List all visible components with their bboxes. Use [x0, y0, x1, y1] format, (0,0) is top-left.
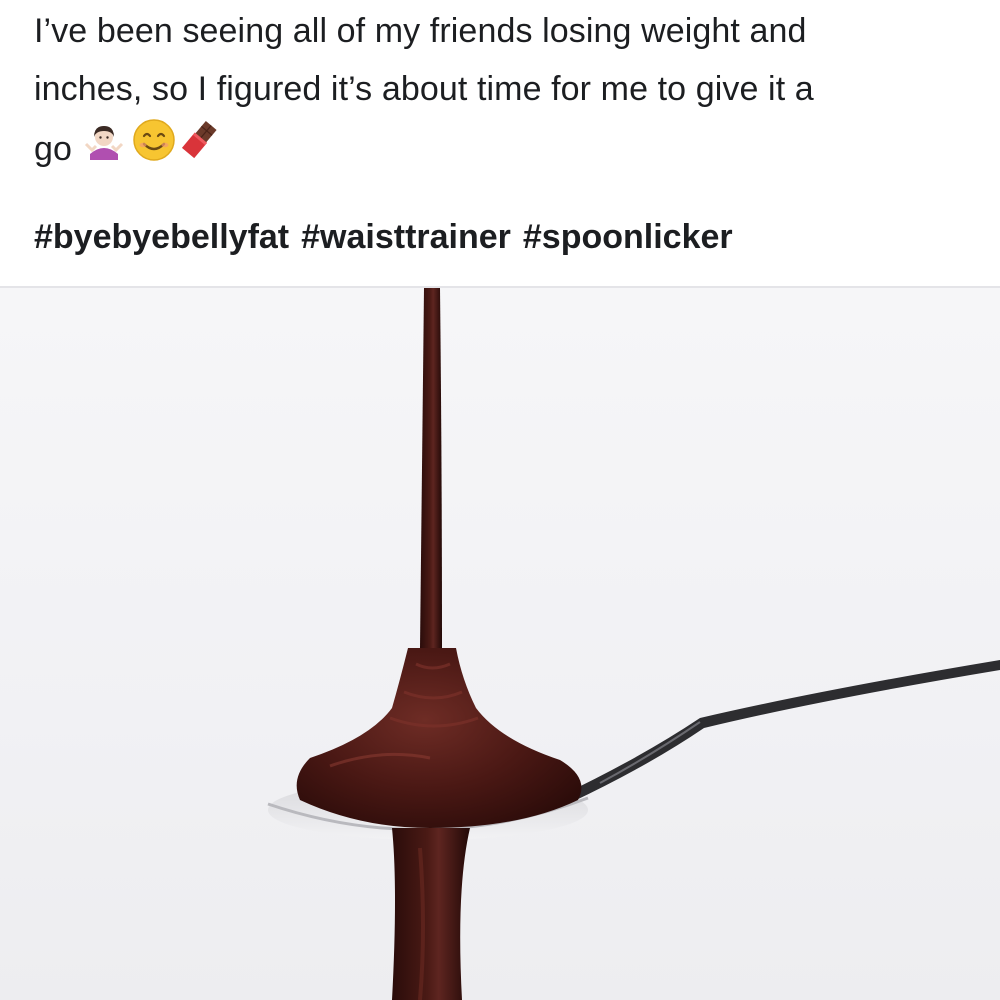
post-caption: I’ve been seeing all of my friends losin…: [34, 0, 974, 180]
caption-line: inches, so I figured it’s about time for…: [34, 70, 814, 108]
chocolate-spoon-image: [267, 288, 1000, 1000]
woman-shrugging-icon: [84, 120, 124, 178]
chocolate-mound: [296, 648, 582, 828]
chocolate-drip: [392, 828, 470, 1000]
chocolate-bar-icon: [178, 119, 220, 179]
post-photo[interactable]: [0, 288, 1000, 1000]
caption-line-with-emojis: go: [34, 118, 974, 180]
spoon-handle: [560, 660, 1000, 802]
chocolate-stream: [420, 288, 442, 648]
hashtag-link[interactable]: #spoonlicker: [523, 212, 733, 262]
caption-line: go: [34, 130, 73, 168]
hashtag-link[interactable]: #byebyebellyfat: [34, 212, 289, 262]
post-screenshot: I’ve been seeing all of my friends losin…: [0, 0, 1000, 1000]
smiling-face-icon: [132, 118, 176, 180]
hashtag-link[interactable]: #waisttrainer: [301, 212, 511, 262]
caption-line: I’ve been seeing all of my friends losin…: [34, 12, 807, 50]
hashtag-list: #byebyebellyfat #waisttrainer #spoonlick…: [34, 212, 733, 262]
